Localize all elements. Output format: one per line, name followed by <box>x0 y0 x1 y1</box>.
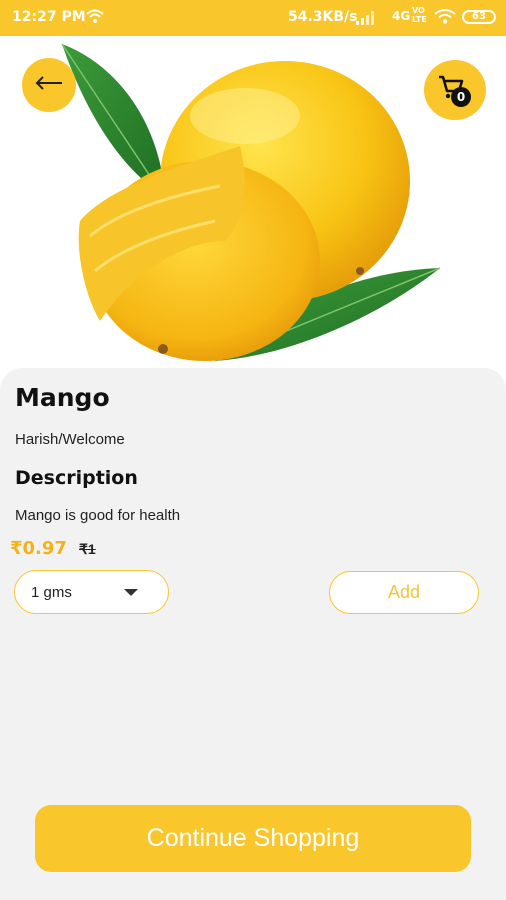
description-text: Mango is good for health <box>15 507 181 524</box>
status-bar: 12:27 PM 54.3KB/s 4G VO LTE 63 <box>0 0 506 36</box>
quantity-selected: 1 gms <box>31 584 72 601</box>
breadcrumb: Harish/Welcome <box>15 431 125 448</box>
chevron-down-icon <box>124 589 138 596</box>
volte-indicator: VO LTE <box>412 6 427 24</box>
continue-shopping-button[interactable]: Continue Shopping <box>35 805 471 872</box>
product-name: Mango <box>15 383 110 412</box>
volte-top: VO <box>412 6 425 15</box>
network-speed: 54.3KB/s <box>288 9 358 25</box>
battery-icon: 63 <box>462 10 496 24</box>
network-type: 4G <box>392 9 411 23</box>
back-button[interactable] <box>22 58 76 112</box>
description-heading: Description <box>15 467 138 489</box>
arrow-left-icon <box>34 75 64 95</box>
volte-bottom: LTE <box>412 15 427 24</box>
signal-icon <box>356 11 376 29</box>
wifi-icon <box>434 8 456 28</box>
cart-button[interactable]: 0 <box>424 60 486 120</box>
wifi-icon <box>86 8 104 28</box>
status-time: 12:27 PM <box>12 9 86 25</box>
cart-count-badge: 0 <box>451 87 471 107</box>
product-price: ₹0.97 <box>10 538 67 559</box>
quantity-dropdown[interactable]: 1 gms <box>14 570 169 614</box>
add-button[interactable]: Add <box>329 571 479 614</box>
product-mrp: ₹1 <box>79 541 96 557</box>
